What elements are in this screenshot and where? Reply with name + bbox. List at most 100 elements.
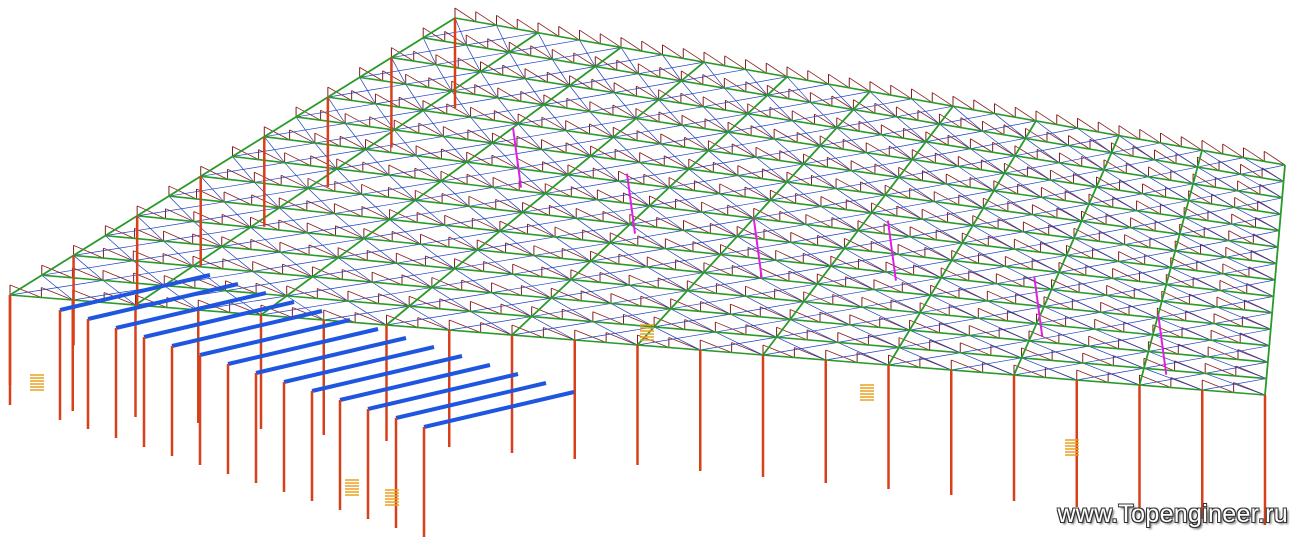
roof-bracing	[394, 116, 471, 131]
roof-bracing	[1136, 200, 1189, 212]
roof-bracing	[336, 155, 417, 170]
roof-bracing	[1231, 213, 1281, 225]
roof-bracing	[595, 54, 663, 67]
roof-bracing	[137, 201, 225, 217]
roof-bracing	[524, 66, 596, 79]
roof-bracing	[492, 130, 566, 144]
roof-bracing	[133, 246, 222, 262]
roof-bracing	[700, 336, 777, 351]
roof-bracing	[881, 123, 940, 136]
roof-bracing	[466, 32, 539, 46]
roof-bracing	[279, 193, 362, 209]
main-girder	[260, 46, 622, 316]
roof-bracing	[470, 104, 544, 118]
floor-beam	[171, 309, 323, 348]
roof-bracing	[745, 283, 818, 297]
main-girder	[134, 31, 539, 306]
roof-bracing	[776, 324, 850, 338]
floor-beam	[367, 372, 519, 411]
roof-bracing	[345, 110, 424, 124]
roof-bracing	[565, 118, 637, 131]
roof-bracing	[790, 306, 862, 320]
roof-bracing	[730, 301, 804, 315]
main-girder	[762, 105, 954, 356]
roof-bracing	[224, 187, 309, 203]
roof-bracing	[541, 136, 614, 150]
roof-bracing	[1111, 142, 1161, 154]
roof-bracing	[1216, 296, 1274, 308]
roof-bracing	[543, 92, 615, 106]
roof-bracing	[760, 265, 831, 279]
roof-bracing	[687, 277, 761, 292]
roof-bracing	[1213, 312, 1273, 324]
roof-bracing	[497, 85, 570, 99]
roof-bracing	[409, 292, 492, 307]
roof-bracing	[1142, 183, 1194, 195]
roof-bracing	[443, 123, 519, 137]
roof-bracing	[1175, 240, 1229, 252]
roof-bracing	[1240, 164, 1286, 175]
floor-beam	[199, 318, 351, 357]
roof-bracing	[1222, 263, 1277, 275]
floor-beam	[339, 363, 491, 402]
roof-bracing	[193, 207, 280, 222]
roof-bracing	[569, 73, 639, 86]
roof-bracing	[1202, 378, 1267, 391]
roof-bracing	[254, 168, 337, 183]
roof-bracing	[851, 159, 913, 171]
roof-bracing	[361, 180, 442, 195]
roof-bracing	[857, 218, 923, 231]
roof-bracing	[1237, 181, 1284, 192]
roof-bracing	[715, 319, 791, 333]
roof-bracing	[307, 219, 390, 234]
structural-model-view: www.Topengineer.ru	[0, 0, 1300, 539]
roof-bracing	[102, 265, 194, 281]
roof-bracing	[1211, 328, 1271, 341]
roof-bracing	[1148, 166, 1198, 178]
roof-bracing	[589, 99, 659, 112]
roof-bracing	[1225, 246, 1278, 258]
roof-bracing	[389, 205, 469, 220]
roof-bracing	[871, 201, 935, 214]
roof-bracing	[1193, 173, 1241, 185]
roof-bracing	[681, 69, 746, 82]
roof-bracing	[775, 248, 845, 261]
roof-bracing	[590, 143, 661, 157]
roof-bracing	[1208, 345, 1270, 358]
floor-beam	[255, 336, 407, 375]
roof-bracing	[9, 280, 104, 296]
roof-bracing	[1179, 223, 1232, 235]
roof-bracing	[1124, 233, 1180, 245]
watermark-text: www.Topengineer.ru	[1057, 500, 1288, 528]
roof-bracing	[221, 232, 308, 247]
roof-bracing	[552, 47, 622, 60]
roof-bracing	[658, 87, 725, 101]
roof-bracing	[1154, 149, 1203, 161]
floor-beam	[87, 282, 239, 321]
roof-bracing	[613, 124, 683, 138]
roof-bracing	[1161, 290, 1220, 302]
roof-bracing	[334, 199, 416, 214]
roof-bracing	[493, 174, 568, 188]
roof-bracing	[454, 255, 534, 270]
floor-beam	[395, 381, 547, 420]
roof-bracing	[610, 290, 688, 304]
roof-bracing	[1205, 361, 1268, 374]
roof-bracing	[1157, 306, 1218, 319]
roof-bracing	[365, 136, 444, 150]
main-girder	[9, 17, 456, 296]
roof-bracing	[163, 226, 251, 242]
roof-bracing	[284, 149, 366, 164]
steel-frame-3d-model	[8, 7, 1286, 537]
main-girder	[385, 61, 705, 326]
roof-bracing	[466, 149, 542, 163]
roof-bracing	[1130, 217, 1185, 228]
roof-bracing	[435, 51, 510, 65]
roof-bracing	[817, 271, 887, 285]
roof-bracing	[1188, 190, 1238, 201]
roof-bracing	[1234, 197, 1283, 208]
roof-bracing	[1197, 157, 1244, 168]
roof-bracing	[762, 342, 838, 356]
roof-bracing	[422, 97, 498, 111]
roof-bracing	[451, 78, 526, 92]
